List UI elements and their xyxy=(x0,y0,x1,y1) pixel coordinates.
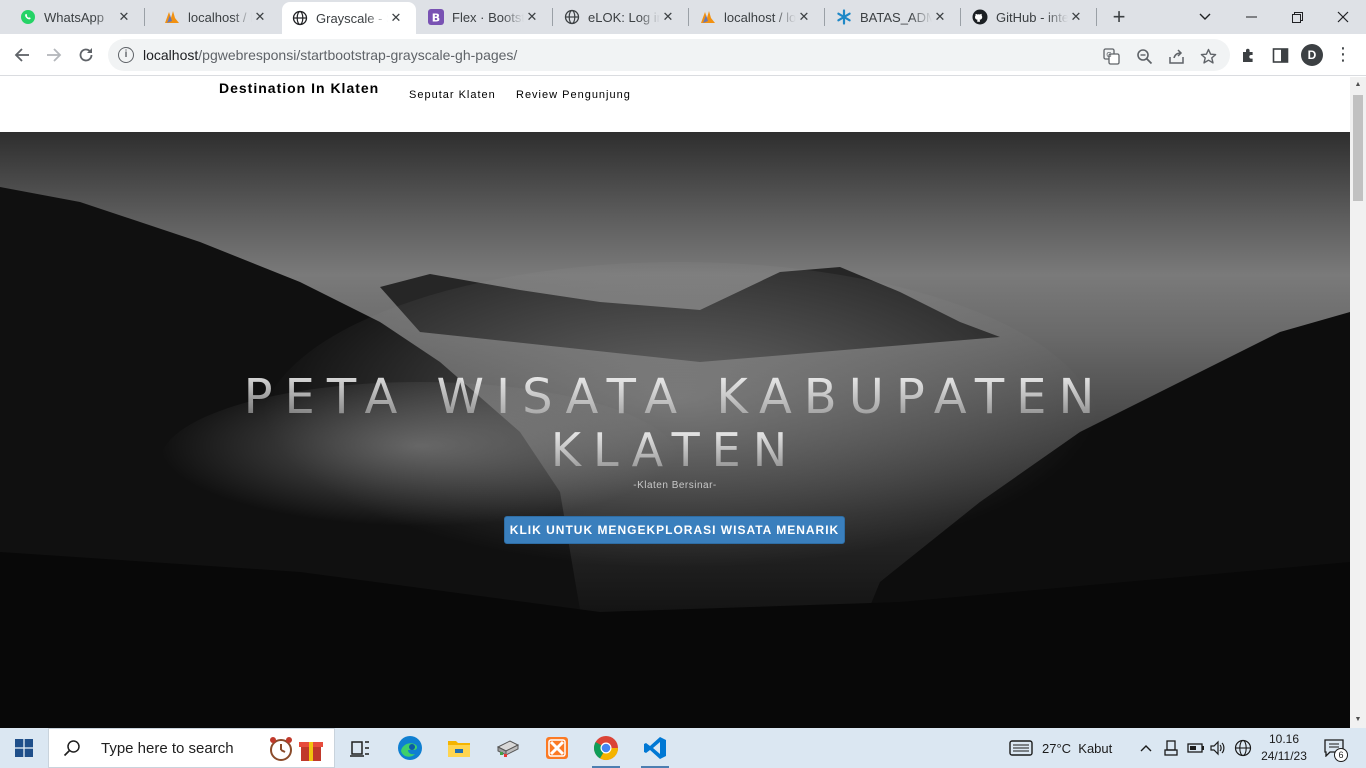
bootstrap-icon: B xyxy=(428,9,444,25)
browser-toolbar: i localhost/pgwebresponsi/startbootstrap… xyxy=(0,34,1366,76)
tab-search-chevron-icon[interactable] xyxy=(1182,0,1228,34)
tab-title: localhost / lo xyxy=(724,9,796,25)
weather-icon xyxy=(1009,740,1033,756)
tab-github[interactable]: GitHub - inte ✕ xyxy=(960,0,1096,34)
taskbar-search-input[interactable]: Type here to search xyxy=(48,728,335,768)
tab-title: eLOK: Log in xyxy=(588,9,660,25)
tab-title: BATAS_ADMI xyxy=(860,9,932,25)
whatsapp-icon xyxy=(20,9,36,25)
close-icon[interactable]: ✕ xyxy=(796,9,812,25)
nav-link-review-pengunjung[interactable]: Review Pengunjung xyxy=(516,89,631,101)
windows-logo-icon xyxy=(15,739,33,757)
translate-icon[interactable]: G xyxy=(1102,47,1120,65)
show-hidden-icons-chevron-icon[interactable] xyxy=(1140,728,1152,768)
close-icon[interactable]: ✕ xyxy=(388,10,404,26)
task-view-icon[interactable] xyxy=(336,728,384,768)
close-icon[interactable]: ✕ xyxy=(524,9,540,25)
hero-title-line2: KLATEN xyxy=(0,422,1350,478)
zoom-icon[interactable] xyxy=(1135,47,1153,65)
close-icon[interactable]: ✕ xyxy=(1068,9,1084,25)
back-button[interactable] xyxy=(9,42,35,68)
scroll-up-arrow-icon[interactable]: ▲ xyxy=(1350,77,1366,93)
phpmyadmin-icon xyxy=(700,9,716,25)
tab-title: WhatsApp xyxy=(44,9,104,25)
page-scrollbar[interactable]: ▲ ▼ xyxy=(1350,77,1366,728)
tab-title: localhost / lo xyxy=(188,9,252,25)
scroll-thumb[interactable] xyxy=(1353,95,1363,201)
close-icon[interactable]: ✕ xyxy=(252,9,268,25)
clock-date: 24/11/23 xyxy=(1261,749,1307,763)
usb-device-icon[interactable] xyxy=(1164,728,1178,768)
scroll-down-arrow-icon[interactable]: ▼ xyxy=(1350,712,1366,728)
globe-icon xyxy=(564,9,580,25)
globe-icon xyxy=(292,10,308,26)
url-text[interactable]: localhost/pgwebresponsi/startbootstrap-g… xyxy=(143,47,517,63)
svg-text:B: B xyxy=(432,12,440,25)
tab-title: Grayscale - S xyxy=(316,10,388,26)
hero-subtitle: -Klaten Bersinar- xyxy=(633,480,717,491)
close-icon[interactable]: ✕ xyxy=(116,9,132,25)
explore-button[interactable]: KLIK UNTUK MENGEKPLORASI WISATA MENARIK xyxy=(504,516,845,544)
weather-widget[interactable]: 27°C Kabut xyxy=(1008,728,1112,768)
language-globe-icon[interactable] xyxy=(1234,728,1252,768)
search-highlight-icon[interactable] xyxy=(269,735,325,768)
weather-text: 27°C Kabut xyxy=(1042,740,1113,756)
restore-button[interactable] xyxy=(1274,0,1320,34)
reload-button[interactable] xyxy=(73,42,99,68)
network-drive-icon[interactable] xyxy=(484,728,532,768)
forward-button[interactable] xyxy=(41,42,67,68)
xampp-icon[interactable] xyxy=(533,728,581,768)
edge-browser-icon[interactable] xyxy=(386,728,434,768)
svg-text:G: G xyxy=(1106,51,1111,59)
tab-grayscale[interactable]: Grayscale - S ✕ xyxy=(282,2,416,34)
bookmark-star-icon[interactable] xyxy=(1199,47,1217,65)
clock-time: 10.16 xyxy=(1268,732,1300,746)
notification-center-icon[interactable]: 6 xyxy=(1324,728,1348,768)
tab-phpmyadmin-2[interactable]: localhost / lo ✕ xyxy=(688,0,824,34)
tab-phpmyadmin-1[interactable]: localhost / lo ✕ xyxy=(144,0,280,34)
close-window-button[interactable] xyxy=(1320,0,1366,34)
tab-bootstrap[interactable]: B Flex · Bootstr ✕ xyxy=(416,0,552,34)
hero-title-line1: PETA WISATA KABUPATEN xyxy=(0,367,1350,427)
new-tab-button[interactable]: + xyxy=(1108,6,1130,29)
site-info-icon[interactable]: i xyxy=(118,47,134,63)
tab-title: Flex · Bootstr xyxy=(452,9,524,25)
minimize-button[interactable] xyxy=(1228,0,1274,34)
tab-title: GitHub - inte xyxy=(996,9,1068,25)
address-bar[interactable]: i localhost/pgwebresponsi/startbootstrap… xyxy=(108,39,1230,71)
windows-taskbar: Type here to search 27°C Kabut 10.16 24/… xyxy=(0,728,1366,768)
browser-menu-icon[interactable]: ⋮ xyxy=(1334,44,1352,66)
notification-count-badge: 6 xyxy=(1334,748,1348,762)
tab-elok[interactable]: eLOK: Log in ✕ xyxy=(552,0,688,34)
tab-strip: WhatsApp ✕ localhost / lo ✕ Grayscale - … xyxy=(0,0,1366,34)
search-icon xyxy=(63,740,80,757)
profile-avatar[interactable]: D xyxy=(1301,44,1323,66)
volume-icon[interactable] xyxy=(1210,728,1226,768)
share-icon[interactable] xyxy=(1167,47,1185,65)
tab-batas-admin[interactable]: BATAS_ADMI ✕ xyxy=(824,0,960,34)
asterisk-icon xyxy=(836,9,852,25)
search-placeholder: Type here to search xyxy=(101,739,234,757)
close-icon[interactable]: ✕ xyxy=(660,9,676,25)
battery-icon[interactable] xyxy=(1187,728,1205,768)
phpmyadmin-icon xyxy=(164,9,180,25)
file-explorer-icon[interactable] xyxy=(435,728,483,768)
vscode-icon[interactable] xyxy=(631,728,679,768)
page-viewport: Destination In Klaten Seputar Klaten Rev… xyxy=(0,77,1350,728)
site-navbar: Destination In Klaten Seputar Klaten Rev… xyxy=(0,77,1350,132)
github-icon xyxy=(972,9,988,25)
side-panel-icon[interactable] xyxy=(1271,46,1289,64)
hero-section: PETA WISATA KABUPATEN KLATEN -Klaten Ber… xyxy=(0,132,1350,728)
taskbar-clock[interactable]: 10.16 24/11/23 xyxy=(1258,731,1310,765)
close-icon[interactable]: ✕ xyxy=(932,9,948,25)
extensions-puzzle-icon[interactable] xyxy=(1239,46,1257,64)
tab-whatsapp[interactable]: WhatsApp ✕ xyxy=(0,0,144,34)
chrome-icon[interactable] xyxy=(582,728,630,768)
nav-link-seputar-klaten[interactable]: Seputar Klaten xyxy=(409,89,496,101)
site-brand[interactable]: Destination In Klaten xyxy=(219,80,379,96)
start-button[interactable] xyxy=(0,728,48,768)
